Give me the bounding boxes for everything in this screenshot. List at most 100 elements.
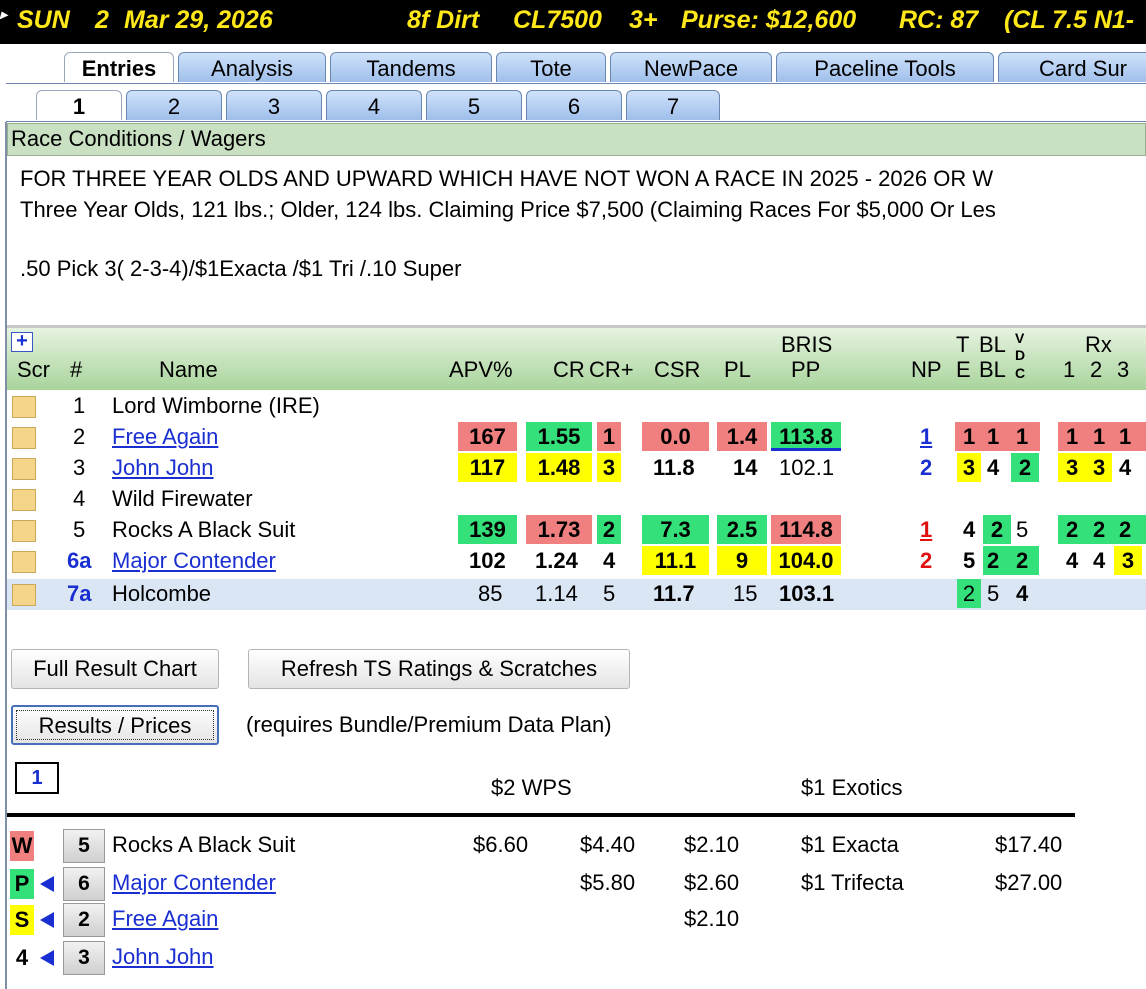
col-bl-2: BL	[979, 357, 1006, 382]
post-number: 1	[73, 393, 86, 418]
col-csr[interactable]: CSR	[654, 357, 700, 383]
col-crplus[interactable]: CR+	[589, 357, 634, 383]
horse-name-link[interactable]: Major Contender	[112, 546, 276, 575]
scratch-checkbox[interactable]	[12, 489, 36, 511]
post-number: 2	[73, 424, 86, 449]
bris-value: 103.1	[779, 581, 835, 606]
scratch-checkbox[interactable]	[12, 396, 36, 418]
np-link[interactable]: 1	[920, 515, 932, 544]
full-result-chart-button[interactable]: Full Result Chart	[11, 649, 219, 689]
scratch-checkbox[interactable]	[12, 520, 36, 542]
tab-card-summary[interactable]: Card Sur	[998, 52, 1146, 82]
col-apv[interactable]: APV%	[449, 357, 513, 383]
place-number[interactable]: 6	[63, 867, 105, 901]
col-pl[interactable]: PL	[724, 357, 751, 383]
race-tab-7[interactable]: 7	[626, 90, 720, 120]
csr-value: 7.3	[642, 515, 709, 544]
place-show-payout: $2.60	[684, 870, 740, 895]
vdc-value: 5	[1016, 517, 1029, 542]
col-rx: Rx	[1085, 332, 1112, 357]
win-place-payout: $4.40	[580, 832, 636, 857]
col-num[interactable]: #	[70, 357, 82, 383]
cr-value: 1.24	[535, 548, 578, 573]
results-prices-button[interactable]: Results / Prices	[11, 705, 219, 745]
result-race-box[interactable]: 1	[15, 762, 59, 794]
win-badge: W	[10, 831, 34, 861]
horse-name: Lord Wimborne (IRE)	[112, 393, 320, 418]
apv-value: 117	[458, 453, 517, 482]
col-bl-1: BL	[979, 332, 1006, 357]
winner-number[interactable]: 5	[63, 829, 105, 863]
np-value: 2	[920, 548, 933, 573]
rx1-value: 2	[1066, 517, 1079, 542]
col-bris-pp[interactable]: PP	[791, 357, 820, 383]
race-header-bar: ▸ SUN 2 Mar 29, 2026 8f Dirt CL7500 3+ P…	[0, 0, 1146, 44]
fourth-number[interactable]: 3	[63, 941, 105, 975]
scratch-checkbox[interactable]	[12, 458, 36, 480]
scratch-checkbox[interactable]	[12, 551, 36, 573]
wps-header: $2 WPS	[491, 775, 572, 800]
horse-name: Rocks A Black Suit	[112, 517, 296, 542]
focus-ring	[16, 710, 214, 740]
refresh-ratings-button[interactable]: Refresh TS Ratings & Scratches	[248, 649, 630, 689]
tab-paceline-tools[interactable]: Paceline Tools	[776, 52, 994, 82]
race-class: CL7500	[513, 6, 602, 34]
np-link[interactable]: 1	[920, 422, 932, 451]
fourth-badge: 4	[15, 945, 29, 970]
bl-value: 4	[987, 455, 1000, 480]
trifecta-label: $1 Trifecta	[801, 870, 904, 895]
race-purse: Purse: $12,600	[681, 6, 857, 34]
table-row: 5 Rocks A Black Suit 139 1.73 2 7.3 2.5 …	[7, 515, 1146, 546]
cr-value: 1.55	[526, 422, 592, 451]
col-cr[interactable]: CR	[553, 357, 585, 383]
scratch-checkbox[interactable]	[12, 584, 36, 606]
bl-value: 1	[987, 424, 1000, 449]
show-horse-link[interactable]: Free Again	[112, 906, 218, 932]
conditions-line-1: FOR THREE YEAR OLDS AND UPWARD WHICH HAV…	[20, 166, 994, 191]
tab-tote[interactable]: Tote	[496, 52, 606, 82]
tab-tandems[interactable]: Tandems	[330, 52, 492, 82]
race-tab-2[interactable]: 2	[126, 90, 222, 120]
te-value: 1	[963, 424, 976, 449]
race-tab-3[interactable]: 3	[226, 90, 322, 120]
col-scr[interactable]: Scr	[17, 357, 50, 383]
show-show-payout: $2.10	[684, 906, 740, 931]
exacta-payout: $17.40	[995, 832, 1063, 857]
horse-name-link[interactable]: John John	[112, 453, 214, 482]
te-value: 3	[957, 453, 981, 482]
crplus-value: 4	[603, 548, 616, 573]
bris-value: 102.1	[779, 455, 835, 480]
left-arrow-icon	[40, 950, 54, 966]
race-tab-4[interactable]: 4	[326, 90, 422, 120]
csr-value: 11.7	[653, 581, 695, 606]
bris-value: 104.0	[771, 546, 841, 575]
race-tab-1[interactable]: 1	[36, 90, 122, 120]
csr-value: 11.8	[653, 455, 695, 480]
table-row-selected[interactable]: 7a Holcombe 85 1.14 5 11.7 15 103.1 2 5 …	[7, 579, 1146, 610]
rx1-value: 3	[1066, 455, 1079, 480]
scratch-checkbox[interactable]	[12, 427, 36, 449]
tab-newpace[interactable]: NewPace	[610, 52, 772, 82]
rx2-value: 2	[1093, 517, 1106, 542]
place-horse-link[interactable]: Major Contender	[112, 870, 276, 896]
pl-value: 9	[717, 546, 767, 575]
fourth-horse-link[interactable]: John John	[112, 944, 214, 970]
tab-analysis[interactable]: Analysis	[178, 52, 326, 82]
horse-name-link[interactable]: Free Again	[112, 422, 218, 451]
col-vdc-c: C	[1015, 365, 1026, 381]
show-number[interactable]: 2	[63, 903, 105, 937]
col-name[interactable]: Name	[159, 357, 218, 383]
expand-plus-button[interactable]: +	[11, 331, 33, 352]
pl-value: 15	[733, 581, 758, 606]
winner-name: Rocks A Black Suit	[112, 832, 296, 857]
tab-entries[interactable]: Entries	[64, 52, 174, 82]
race-tab-6[interactable]: 6	[526, 90, 622, 120]
col-te-t: T	[956, 332, 970, 357]
col-np[interactable]: NP	[911, 357, 942, 383]
csr-value: 11.1	[642, 546, 709, 575]
crplus-value: 5	[603, 581, 616, 606]
left-arrow-icon	[40, 912, 54, 928]
col-bris[interactable]: BRIS	[781, 332, 832, 358]
cr-value: 1.48	[526, 453, 592, 482]
race-tab-5[interactable]: 5	[426, 90, 522, 120]
